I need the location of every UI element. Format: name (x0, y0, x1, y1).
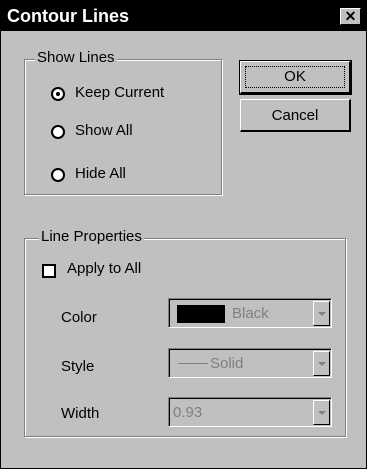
cancel-button[interactable]: Cancel (240, 99, 351, 132)
chevron-down-icon[interactable] (313, 351, 330, 376)
keep-current-label[interactable]: Keep Current (75, 84, 164, 101)
width-value: 0.93 (173, 404, 203, 421)
hide-all-label[interactable]: Hide All (75, 165, 126, 182)
close-button[interactable]: ✕ (340, 8, 361, 25)
solid-line-sample (178, 363, 208, 364)
line-properties-legend: Line Properties (39, 228, 144, 245)
chevron-down-icon[interactable] (313, 400, 330, 425)
color-select-inner: Black (169, 299, 331, 327)
color-swatch (177, 305, 225, 323)
style-value: Solid (210, 355, 244, 372)
width-select[interactable]: 0.93 (168, 397, 332, 427)
hide-all-radio[interactable] (51, 168, 65, 182)
style-label: Style (61, 358, 95, 375)
chevron-down-icon[interactable] (313, 301, 330, 326)
contour-lines-dialog: Contour Lines ✕ Show Lines Keep Current … (0, 0, 367, 469)
color-select[interactable]: Black (168, 298, 332, 328)
ok-button[interactable]: OK (239, 60, 352, 95)
keep-current-radio[interactable] (51, 87, 65, 101)
show-all-radio[interactable] (51, 125, 65, 139)
style-select-inner: Solid (169, 349, 331, 377)
width-label: Width (61, 405, 100, 422)
cancel-button-label: Cancel (271, 107, 319, 124)
apply-to-all-label[interactable]: Apply to All (67, 260, 141, 277)
show-lines-legend: Show Lines (35, 49, 117, 66)
show-all-label[interactable]: Show All (75, 122, 133, 139)
style-select[interactable]: Solid (168, 348, 332, 378)
apply-to-all-checkbox[interactable] (42, 264, 56, 278)
color-value: Black (232, 305, 269, 322)
width-select-inner: 0.93 (169, 398, 331, 426)
color-label: Color (61, 309, 97, 326)
title-bar[interactable]: Contour Lines ✕ (1, 1, 366, 31)
dialog-title: Contour Lines (7, 6, 129, 26)
ok-button-label: OK (284, 68, 306, 85)
